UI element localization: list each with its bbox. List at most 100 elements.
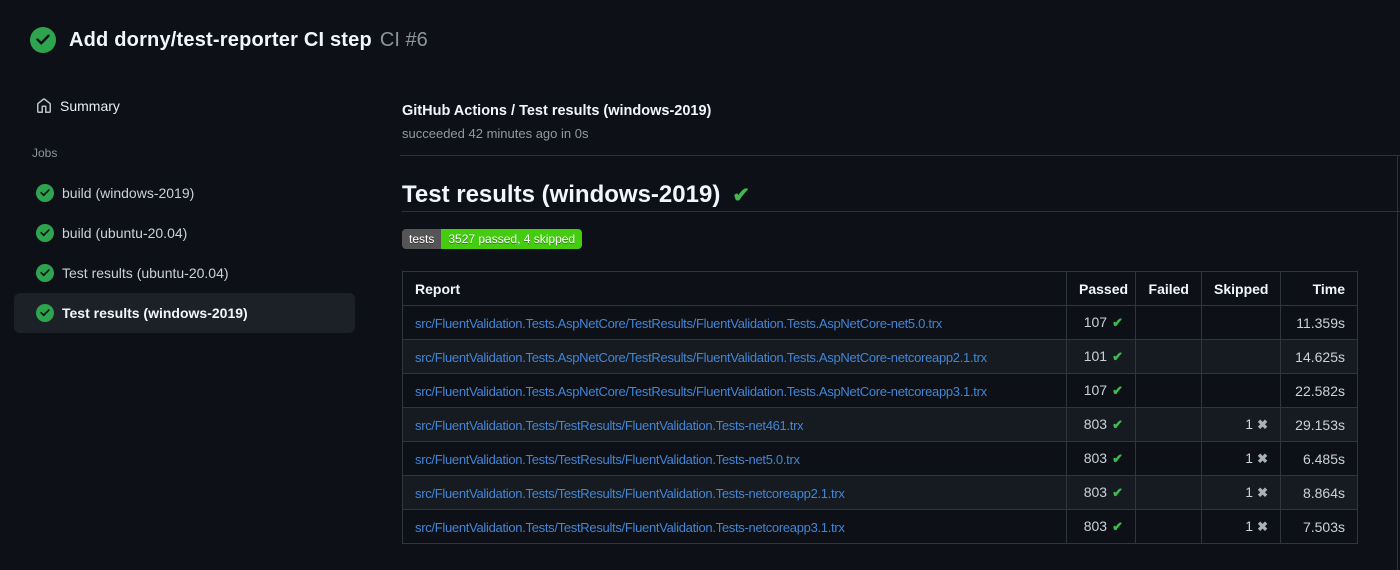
column-header-report: Report [402,271,1067,306]
results-heading-text: Test results (windows-2019) [402,181,721,208]
pass-check-icon: ✔ [1112,417,1123,432]
pass-check-icon: ✔ [1112,519,1123,534]
skip-x-icon: ✖ [1257,451,1268,466]
sidebar-job-item[interactable]: Test results (windows-2019) [14,293,355,333]
job-label: Test results (ubuntu-20.04) [62,265,229,281]
report-cell: src/FluentValidation.Tests.AspNetCore/Te… [402,373,1067,408]
job-label: build (ubuntu-20.04) [62,225,188,241]
sidebar-job-item[interactable]: build (ubuntu-20.04) [14,213,355,253]
check-circle-icon [36,304,54,322]
success-check-icon: ✔ [732,184,750,207]
report-link[interactable]: src/FluentValidation.Tests/TestResults/F… [415,486,845,501]
check-circle-icon [36,224,54,242]
header-divider [400,155,1400,156]
time-cell: 11.359s [1280,305,1358,340]
pass-check-icon: ✔ [1112,315,1123,330]
column-header-passed: Passed [1066,271,1136,306]
failed-cell [1135,441,1202,476]
badge-label: tests [402,229,442,249]
report-cell: src/FluentValidation.Tests/TestResults/F… [402,407,1067,442]
sidebar-job-item[interactable]: build (windows-2019) [14,173,355,213]
passed-cell: 803 ✔ [1066,509,1136,544]
github-checks-page: { "colors": { "page_bg": "#0d1117", "sta… [0,0,1400,570]
table-row: src/FluentValidation.Tests/TestResults/F… [402,475,1358,510]
report-link[interactable]: src/FluentValidation.Tests.AspNetCore/Te… [415,350,987,365]
pass-check-icon: ✔ [1112,485,1123,500]
check-circle-icon [36,184,54,202]
time-cell: 22.582s [1280,373,1358,408]
skipped-cell: 1 ✖ [1201,509,1281,544]
report-link[interactable]: src/FluentValidation.Tests.AspNetCore/Te… [415,316,942,331]
jobs-list: build (windows-2019) build (ubuntu-20.04… [14,173,355,333]
report-cell: src/FluentValidation.Tests/TestResults/F… [402,441,1067,476]
table-row: src/FluentValidation.Tests.AspNetCore/Te… [402,339,1358,374]
skipped-cell [1201,373,1281,408]
job-label: Test results (windows-2019) [62,305,248,321]
skipped-cell: 1 ✖ [1201,407,1281,442]
time-cell: 14.625s [1280,339,1358,374]
workflow-run-title: Add dorny/test-reporter CI step [69,28,372,51]
report-link[interactable]: src/FluentValidation.Tests.AspNetCore/Te… [415,384,987,399]
failed-cell [1135,407,1202,442]
time-cell: 6.485s [1280,441,1358,476]
report-cell: src/FluentValidation.Tests.AspNetCore/Te… [402,339,1067,374]
column-header-time: Time [1280,271,1358,306]
failed-cell [1135,305,1202,340]
time-cell: 7.503s [1280,509,1358,544]
sidebar-job-item[interactable]: Test results (ubuntu-20.04) [14,253,355,293]
failed-cell [1135,509,1202,544]
sidebar-item-summary[interactable]: Summary [14,88,355,124]
report-link[interactable]: src/FluentValidation.Tests/TestResults/F… [415,452,800,467]
sidebar-summary-label: Summary [60,98,120,114]
passed-cell: 803 ✔ [1066,407,1136,442]
report-cell: src/FluentValidation.Tests/TestResults/F… [402,509,1067,544]
passed-cell: 803 ✔ [1066,475,1136,510]
time-cell: 29.153s [1280,407,1358,442]
failed-cell [1135,339,1202,374]
failed-cell [1135,373,1202,408]
pass-check-icon: ✔ [1112,451,1123,466]
table-body: src/FluentValidation.Tests.AspNetCore/Te… [402,305,1358,544]
table-row: src/FluentValidation.Tests/TestResults/F… [402,407,1358,442]
check-run-status: succeeded 42 minutes ago in 0s [402,126,589,141]
table-row: src/FluentValidation.Tests.AspNetCore/Te… [402,305,1358,340]
skipped-cell: 1 ✖ [1201,441,1281,476]
skipped-cell [1201,339,1281,374]
job-label: build (windows-2019) [62,185,195,201]
failed-cell [1135,475,1202,510]
report-cell: src/FluentValidation.Tests.AspNetCore/Te… [402,305,1067,340]
report-link[interactable]: src/FluentValidation.Tests/TestResults/F… [415,418,804,433]
pass-check-icon: ✔ [1112,349,1123,364]
home-icon [37,98,51,113]
table-row: src/FluentValidation.Tests.AspNetCore/Te… [402,373,1358,408]
passed-cell: 803 ✔ [1066,441,1136,476]
table-row: src/FluentValidation.Tests/TestResults/F… [402,441,1358,476]
badge-value: 3527 passed, 4 skipped [441,229,583,249]
check-circle-icon [30,27,56,53]
check-circle-icon [36,264,54,282]
column-header-failed: Failed [1135,271,1202,306]
check-run-title: GitHub Actions / Test results (windows-2… [402,103,712,119]
passed-cell: 107 ✔ [1066,305,1136,340]
skip-x-icon: ✖ [1257,519,1268,534]
passed-cell: 107 ✔ [1066,373,1136,408]
table-row: src/FluentValidation.Tests/TestResults/F… [402,509,1358,544]
skipped-cell: 1 ✖ [1201,475,1281,510]
skip-x-icon: ✖ [1257,417,1268,432]
time-cell: 8.864s [1280,475,1358,510]
results-heading: Test results (windows-2019) ✔ [402,180,1400,212]
skip-x-icon: ✖ [1257,485,1268,500]
jobs-section-label: Jobs [32,146,58,160]
workflow-run-number: CI #6 [379,28,428,51]
test-results-table: Report Passed Failed Skipped Time src/Fl… [402,271,1358,544]
tests-badge: tests 3527 passed, 4 skipped [402,229,583,249]
passed-cell: 101 ✔ [1066,339,1136,374]
content-right-border [1397,155,1398,570]
pass-check-icon: ✔ [1112,383,1123,398]
column-header-skipped: Skipped [1201,271,1281,306]
skipped-cell [1201,305,1281,340]
table-header-row: Report Passed Failed Skipped Time [402,271,1358,306]
report-cell: src/FluentValidation.Tests/TestResults/F… [402,475,1067,510]
run-header: Add dorny/test-reporter CI step CI #6 [30,27,428,53]
report-link[interactable]: src/FluentValidation.Tests/TestResults/F… [415,520,845,535]
